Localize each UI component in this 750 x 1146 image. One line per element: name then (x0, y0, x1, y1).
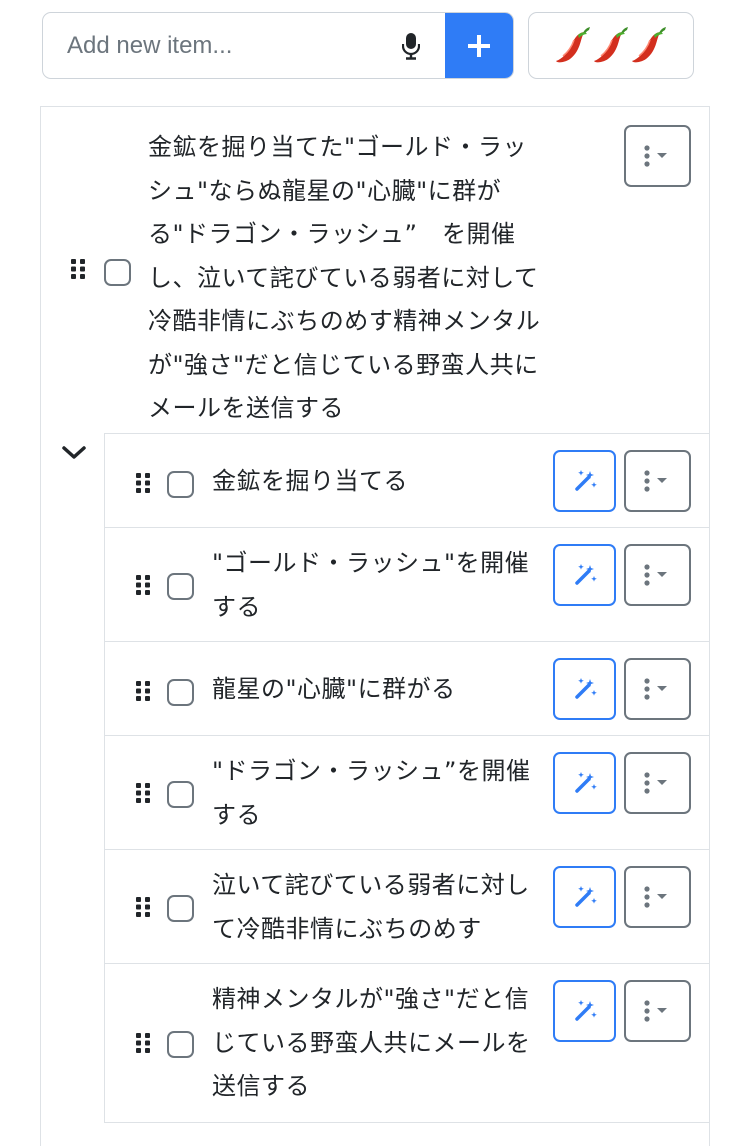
magic-wand-icon (574, 886, 597, 907)
subtask-row: "ゴールド・ラッシュ"を開催する (105, 528, 709, 642)
subtask-row: 金鉱を掘り当てる (105, 434, 709, 528)
magic-wand-button[interactable] (553, 544, 616, 606)
subtask-text: 金鉱を掘り当てる (212, 467, 408, 495)
chili-pepper-icon (556, 26, 590, 62)
subtask-menu-button[interactable] (624, 752, 691, 814)
magic-wand-icon (574, 470, 597, 491)
subtask-menu-button[interactable] (624, 450, 691, 512)
subtask-text: "ドラゴン・ラッシュ”を開催する (212, 757, 531, 829)
chevron-down-icon[interactable] (60, 443, 88, 463)
drag-handle-icon[interactable] (135, 574, 151, 596)
add-item-group (42, 12, 514, 79)
magic-wand-button[interactable] (553, 752, 616, 814)
subtask-text: 龍星の"心臓"に群がる (212, 675, 456, 703)
subtask-menu-button[interactable] (624, 658, 691, 720)
drag-handle-icon[interactable] (70, 258, 86, 280)
chili-pepper-icon (594, 26, 628, 62)
magic-wand-icon (574, 564, 597, 585)
subtask-checkbox[interactable] (167, 781, 194, 808)
magic-wand-button[interactable] (553, 658, 616, 720)
subtask-menu-button[interactable] (624, 866, 691, 928)
microphone-button[interactable] (377, 13, 445, 78)
main-task-text: 金鉱を掘り当てた"ゴールド・ラッシュ"ならぬ龍星の"心臓"に群がる"ドラゴン・ラ… (148, 133, 541, 422)
drag-handle-icon[interactable] (135, 896, 151, 918)
magic-wand-icon (574, 772, 597, 793)
drag-handle-icon[interactable] (135, 680, 151, 702)
subtask-checkbox[interactable] (167, 679, 194, 706)
subtask-text: 精神メンタルが"強さ"だと信じている野蛮人共にメールを送信する (212, 985, 531, 1100)
subtask-row: 泣いて詫びている弱者に対して冷酷非情にぶちのめす (105, 850, 709, 964)
magic-wand-button[interactable] (553, 450, 616, 512)
subtask-text: 泣いて詫びている弱者に対して冷酷非情にぶちのめす (212, 871, 530, 943)
chili-pepper-icon (632, 26, 666, 62)
subtask-row: "ドラゴン・ラッシュ”を開催する (105, 736, 709, 850)
subtask-checkbox[interactable] (167, 895, 194, 922)
subtask-menu-button[interactable] (624, 980, 691, 1042)
subtask-row: 精神メンタルが"強さ"だと信じている野蛮人共にメールを送信する (105, 964, 709, 1122)
subtask-menu-button[interactable] (624, 544, 691, 606)
drag-handle-icon[interactable] (135, 1032, 151, 1054)
spice-level-button[interactable] (528, 12, 694, 79)
kebab-dropdown-icon (643, 470, 667, 492)
subtask-row: 龍星の"心臓"に群がる (105, 642, 709, 736)
plus-icon (468, 34, 490, 57)
magic-wand-icon (574, 1000, 597, 1021)
kebab-dropdown-icon (643, 145, 667, 167)
magic-wand-button[interactable] (553, 980, 616, 1042)
subtask-text: "ゴールド・ラッシュ"を開催する (212, 549, 530, 621)
kebab-dropdown-icon (643, 886, 667, 908)
magic-wand-icon (574, 678, 597, 699)
subtask-checkbox[interactable] (167, 1031, 194, 1058)
microphone-icon (402, 32, 420, 60)
subtask-checkbox[interactable] (167, 573, 194, 600)
add-item-input[interactable] (43, 13, 377, 78)
kebab-dropdown-icon (643, 678, 667, 700)
add-item-button[interactable] (445, 13, 513, 78)
main-task-menu-button[interactable] (624, 125, 691, 187)
magic-wand-button[interactable] (553, 866, 616, 928)
drag-handle-icon[interactable] (135, 782, 151, 804)
kebab-dropdown-icon (643, 1000, 667, 1022)
kebab-dropdown-icon (643, 564, 667, 586)
drag-handle-icon[interactable] (135, 472, 151, 494)
kebab-dropdown-icon (643, 772, 667, 794)
main-task-checkbox[interactable] (104, 259, 131, 286)
subtask-list: 金鉱を掘り当てる "ゴールド・ラッシュ"を開催する 龍星の"心臓"に群がる "ド… (104, 433, 710, 1123)
subtask-checkbox[interactable] (167, 471, 194, 498)
